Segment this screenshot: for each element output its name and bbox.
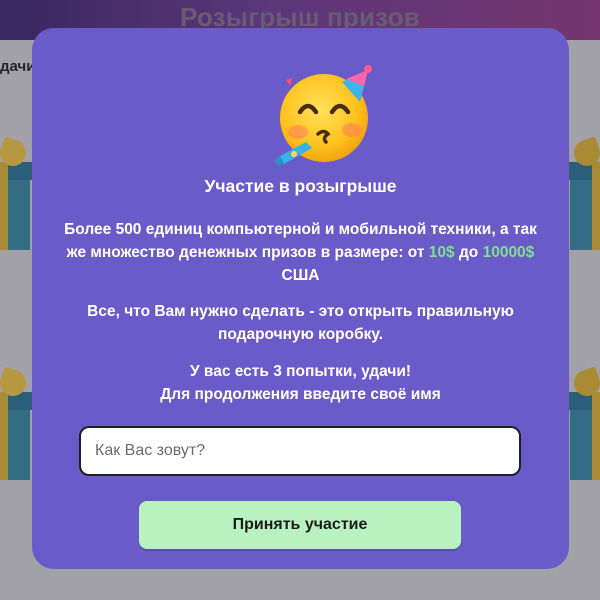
attempts-info: У вас есть 3 попытки, удачи! Для продолж… xyxy=(54,360,547,406)
page: Розыгрыш призов дачи! Участие в розыгрыш… xyxy=(0,0,600,600)
prize-text-c: США xyxy=(281,267,320,284)
name-input[interactable] xyxy=(79,426,521,476)
prize-description: Более 500 единиц компьютерной и мобильно… xyxy=(54,218,547,287)
modal-title: Участие в розыгрыше xyxy=(204,176,397,196)
prize-text-b: до xyxy=(454,244,483,261)
attempts-text: У вас есть 3 попытки, удачи! xyxy=(189,363,412,380)
partying-face-icon xyxy=(272,56,382,166)
instruction-text: Все, что Вам нужно сделать - это открыть… xyxy=(87,303,514,343)
prize-amount-to: 10000$ xyxy=(482,244,535,261)
participation-modal: Участие в розыгрыше Более 500 единиц ком… xyxy=(32,28,569,569)
enter-name-prompt: Для продолжения введите своё имя xyxy=(160,386,441,403)
participate-button[interactable]: Принять участие xyxy=(139,501,461,549)
prize-amount-from: 10$ xyxy=(428,244,455,261)
